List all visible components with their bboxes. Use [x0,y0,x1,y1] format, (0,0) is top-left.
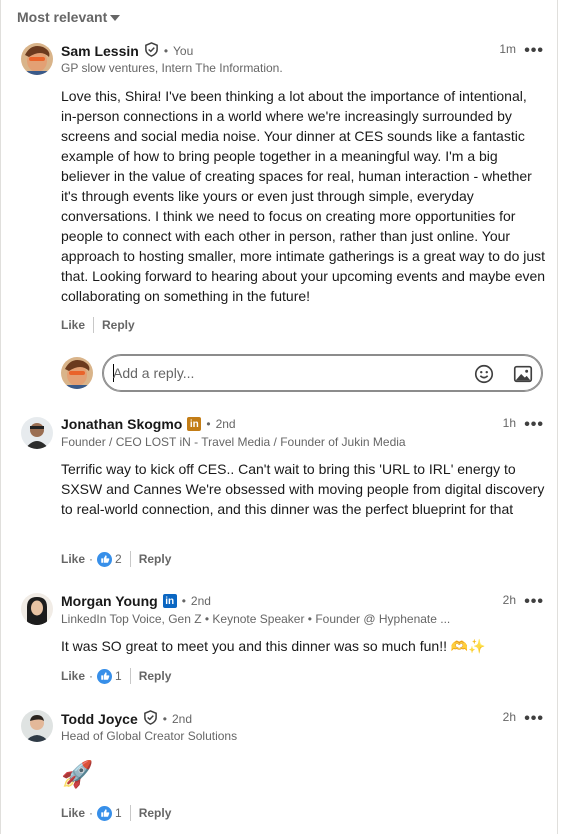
reply-input[interactable]: Add a reply... [102,354,543,392]
action-divider [129,668,131,684]
reply-button[interactable]: Reply [139,669,172,683]
reply-button[interactable]: Reply [139,806,172,820]
comment-time: 2h [502,593,516,607]
more-options-icon[interactable]: ••• [524,711,544,727]
more-options-icon[interactable]: ••• [524,594,544,610]
reply-button[interactable]: Reply [102,318,135,332]
like-button[interactable]: Like [61,806,85,820]
linkedin-badge-icon: in [162,594,177,608]
separator-dot: • [181,594,186,608]
sort-dropdown[interactable]: Most relevant [17,9,121,25]
emoji-icon[interactable] [473,363,495,390]
avatar[interactable] [21,417,53,449]
more-options-icon[interactable]: ••• [524,43,544,59]
separator-dot: • [163,44,169,58]
reaction-count[interactable]: 1 [115,806,122,820]
comment-time: 1h [502,416,516,430]
avatar[interactable] [21,710,53,742]
sort-label: Most relevant [17,9,108,25]
linkedin-badge-icon: in [187,417,202,431]
avatar[interactable] [21,593,53,625]
current-user-avatar [61,357,93,389]
reply-button[interactable]: Reply [139,552,172,566]
separator-dot: · [89,552,94,566]
author-name[interactable]: Jonathan Skogmo [61,416,182,432]
comment-body: Terrific way to kick off CES.. Can't wai… [61,461,545,517]
separator-dot: · [89,669,94,683]
comment-body: 🚀 [61,759,94,789]
connection-degree: 2nd [215,417,236,431]
like-reaction-icon [97,668,113,684]
author-name[interactable]: Todd Joyce [61,711,138,727]
separator-dot: · [89,806,94,820]
comment-time: 1m [499,42,516,56]
comment-body: Love this, Shira! I've been thinking a l… [61,88,546,304]
more-options-icon[interactable]: ••• [524,417,544,433]
frame-border-right [557,0,558,834]
like-reaction-icon [97,805,113,821]
avatar[interactable] [21,43,53,75]
author-headline: GP slow ventures, Intern The Information… [61,61,283,75]
separator-dot: • [206,417,211,431]
image-icon[interactable] [512,363,534,390]
caret-down-icon [110,14,121,21]
like-reaction-icon [97,551,113,567]
connection-degree: You [173,44,194,58]
reply-placeholder: Add a reply... [113,365,195,381]
author-headline: Founder / CEO LOST iN - Travel Media / F… [61,435,406,449]
action-divider [93,317,95,333]
comment-time: 2h [502,710,516,724]
reaction-count[interactable]: 1 [115,669,122,683]
author-headline: LinkedIn Top Voice, Gen Z • Keynote Spea… [61,612,451,626]
verified-shield-icon [144,42,159,60]
author-name[interactable]: Morgan Young [61,593,158,609]
frame-border-left [0,0,1,834]
like-button[interactable]: Like [61,552,85,566]
like-button[interactable]: Like [61,669,85,683]
connection-degree: 2nd [171,712,192,726]
author-headline: Head of Global Creator Solutions [61,729,238,743]
author-name[interactable]: Sam Lessin [61,43,139,59]
action-divider [129,551,131,567]
like-button[interactable]: Like [61,318,85,332]
comment-body: It was SO great to meet you and this din… [61,638,486,654]
verified-shield-icon [143,710,158,728]
action-divider [129,805,131,821]
connection-degree: 2nd [190,594,211,608]
reaction-count[interactable]: 2 [115,552,122,566]
separator-dot: • [162,712,167,726]
